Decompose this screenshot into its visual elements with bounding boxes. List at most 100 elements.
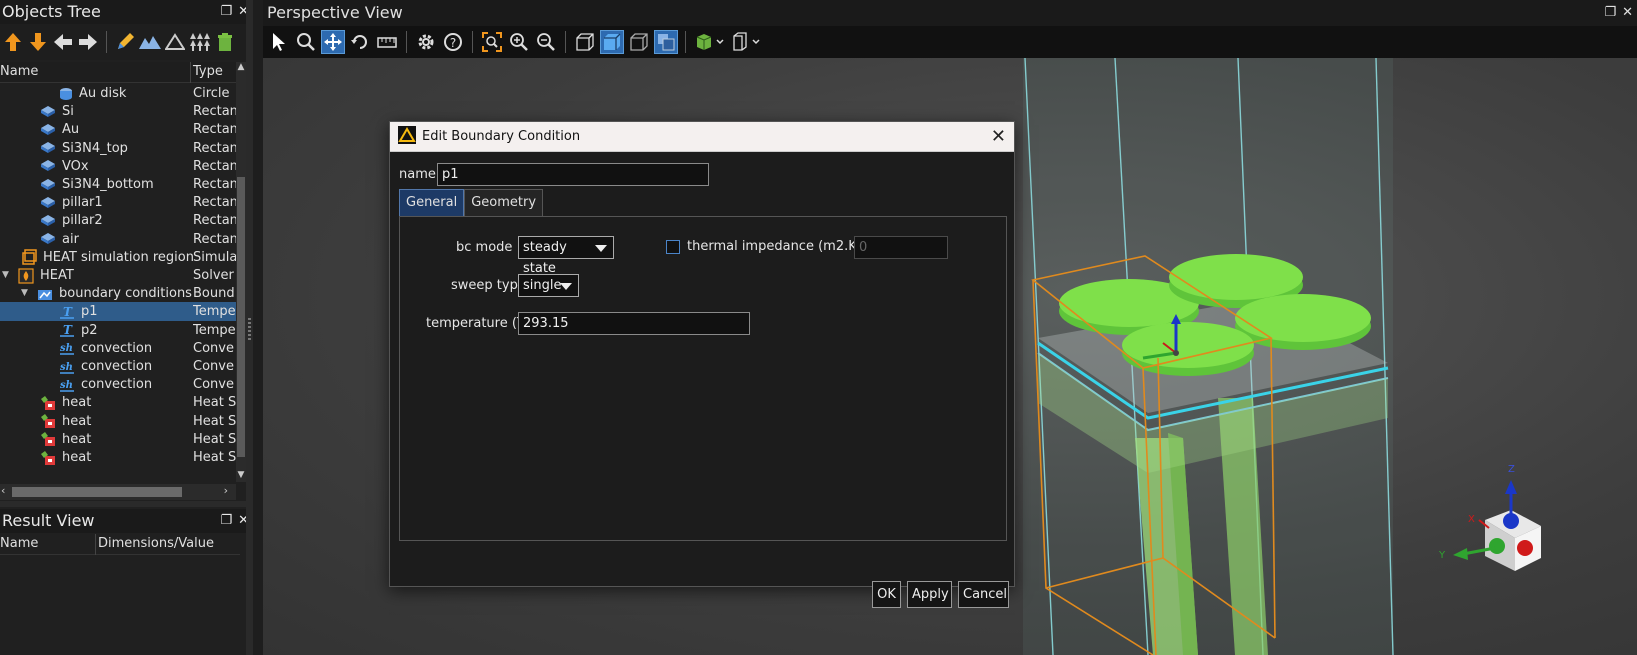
name-label: name [399,167,436,182]
thermal-impedance-field[interactable]: 0 [854,236,948,259]
scrollbar-thumb[interactable] [12,487,182,497]
close-icon[interactable]: ✕ [1622,0,1633,26]
vertical-splitter[interactable] [246,0,253,655]
tree-row[interactable]: air Rectan [0,230,236,249]
expand-arrow-icon[interactable]: ▼ [2,266,12,285]
scroll-right-icon[interactable]: › [224,484,228,497]
scrollbar-thumb[interactable] [237,177,245,457]
cancel-button[interactable]: Cancel [958,581,1009,608]
select-pointer-icon[interactable] [267,30,291,54]
expand-arrow-icon[interactable]: ▼ [21,284,31,303]
tree-row[interactable]: Tp1 Tempe [0,302,236,322]
apply-button-label: Apply [912,587,949,602]
ok-button[interactable]: OK [872,581,901,608]
layout-dropdown-icon[interactable] [730,30,764,54]
zoom-out-icon[interactable] [534,30,558,54]
float-icon[interactable]: ❐ [1604,0,1616,26]
zoom-extent-icon[interactable] [480,30,504,54]
toolbar-separator [406,31,407,53]
tree-row[interactable]: Si Rectan [0,102,236,121]
triangle-outline-icon[interactable] [164,31,186,53]
close-icon[interactable]: ✕ [991,126,1006,147]
simulation-region-icon [21,249,37,266]
mountains-icon[interactable] [139,31,161,53]
column-separator[interactable] [95,534,96,555]
move-down-icon[interactable] [27,31,49,53]
settings-gear-icon[interactable] [414,30,438,54]
rotate-icon[interactable] [348,30,372,54]
tab-geometry[interactable]: Geometry [464,189,544,216]
tree-row[interactable]: heat Heat Sc [0,430,236,449]
tree-row-name: heat [62,395,92,411]
scroll-down-icon[interactable]: ▼ [236,470,246,482]
tree-row[interactable]: Au Rectan [0,120,236,139]
zoom-in-icon[interactable] [507,30,531,54]
column-header-name[interactable]: Name [0,64,38,79]
ruler-icon[interactable] [375,30,399,54]
temperature-field[interactable]: 293.15 [518,312,750,335]
tree-row[interactable]: heat Heat Sc [0,393,236,412]
dialog-title: Edit Boundary Condition [422,129,581,144]
tree-row[interactable]: VOx Rectan [0,157,236,176]
scroll-up-icon[interactable]: ▲ [236,62,246,74]
thermal-impedance-label: thermal impedance (m2.K/W) [687,239,880,254]
zoom-region-icon[interactable] [294,30,318,54]
view-wireframe-icon[interactable] [573,30,597,54]
tree-row-name: VOx [62,158,89,174]
tab-general[interactable]: General [399,189,465,216]
view-transparent-icon[interactable] [627,30,651,54]
tree-row[interactable]: ▼ boundary conditions Bound [0,284,236,303]
column-separator[interactable] [190,62,191,83]
tree-row-name: Si3N4_top [62,140,128,156]
view-solid-icon[interactable] [600,30,624,54]
axis-label-y: Y [1438,550,1446,561]
tree-row[interactable]: Si3N4_top Rectan [0,139,236,158]
objects-tree-horizontal-scrollbar[interactable]: ‹ › [0,484,236,500]
cube-view-dropdown-icon[interactable] [693,30,727,54]
move-left-icon[interactable] [52,31,74,53]
tree-row[interactable]: Si3N4_bottom Rectan [0,175,236,194]
name-field[interactable]: p1 [437,163,709,186]
tree-row[interactable]: ▼ HEAT Solver [0,266,236,285]
column-header-name[interactable]: Name [0,536,38,551]
tree-row[interactable]: sh convection Conve [0,375,236,394]
thermal-impedance-checkbox[interactable] [666,240,680,254]
pan-move-icon[interactable] [321,30,345,54]
tree-row-name: Si [62,104,74,120]
delete-trash-icon[interactable] [214,31,236,53]
tree-row[interactable]: sh convection Conve [0,339,236,358]
objects-tree-vertical-scrollbar[interactable]: ▲ ▼ [236,62,246,482]
bc-mode-select[interactable]: steady state [518,236,614,276]
panel-splitter[interactable] [0,501,246,507]
float-icon[interactable]: ❐ [220,509,232,533]
tree-row[interactable]: pillar1 Rectan [0,193,236,212]
tree-row[interactable]: heat Heat Sc [0,412,236,431]
tree-row-type: Solver [193,268,234,283]
tree-row-name: Au disk [79,86,127,101]
float-icon[interactable]: ❐ [220,0,232,24]
tree-row-name: pillar1 [62,195,103,211]
scroll-left-icon[interactable]: ‹ [1,484,5,497]
tree-row[interactable]: heat Heat Sc [0,448,236,467]
overlap-view-icon[interactable] [654,30,678,54]
tree-row-name: HEAT [40,268,74,283]
tree-row[interactable]: Tp2 Tempe [0,321,236,340]
tree-row-name: Au [62,122,80,138]
sweep-type-select[interactable]: single [518,274,579,297]
column-header-type[interactable]: Type [193,64,223,79]
edit-pencil-icon[interactable] [114,31,136,53]
tree-row[interactable]: pillar2 Rectan [0,211,236,230]
move-right-icon[interactable] [77,31,99,53]
apply-button[interactable]: Apply [907,581,952,608]
move-up-icon[interactable] [2,31,24,53]
objects-tree-header: Name Type [0,62,240,83]
trees-array-icon[interactable] [189,31,211,53]
column-header-value[interactable]: Dimensions/Value [98,536,214,551]
tree-row[interactable]: HEAT simulation region Simula [0,248,236,267]
help-icon[interactable]: ? [441,30,465,54]
perspective-view-title: Perspective View [267,3,403,22]
tree-row[interactable]: Au disk Circle [0,84,236,103]
dialog-title-bar[interactable]: Edit Boundary Condition ✕ [390,122,1014,152]
tree-row[interactable]: sh convection Conve [0,357,236,376]
tree-row-name: pillar2 [62,213,103,229]
